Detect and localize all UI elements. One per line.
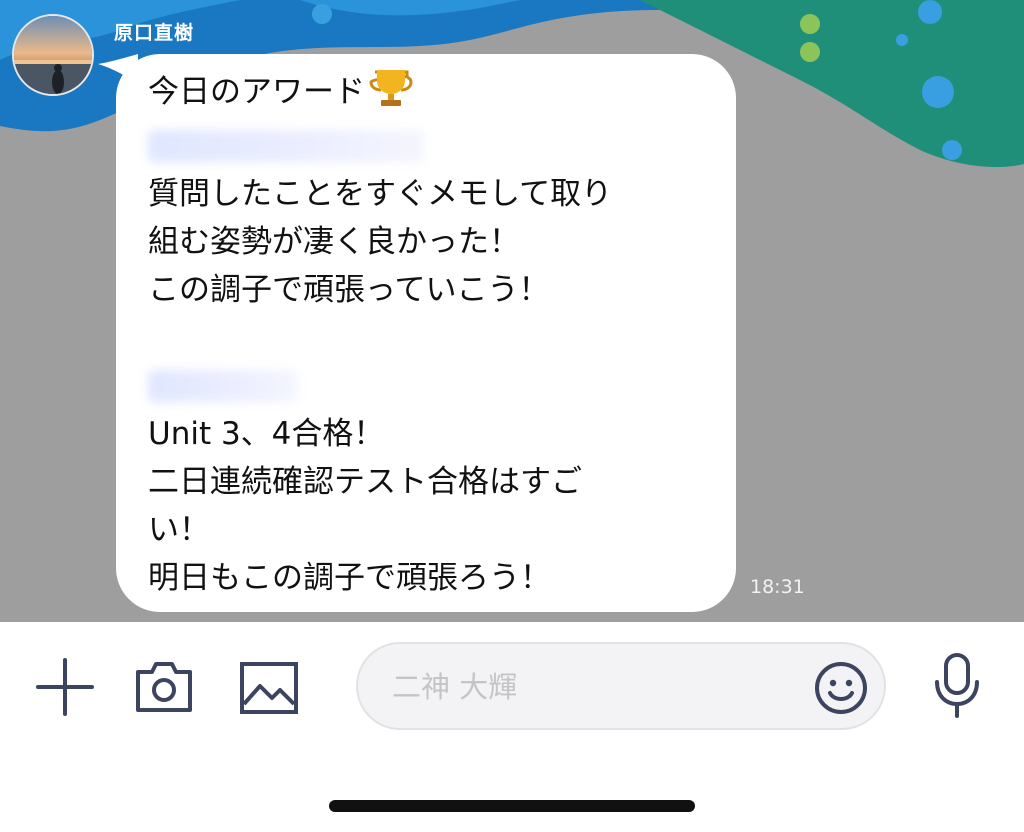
message-line-text: 今日のアワード [148,74,365,110]
message-line: Unit 3、4合格！ [148,416,385,452]
message-line: 組む姿勢が凄く良かった！ [148,224,520,260]
chat-area[interactable]: 原口直樹 今日のアワード 質問したことをすぐメモして取り 組む姿勢が凄く良かった… [0,0,1024,622]
message-line: 明日もこの調子で頑張ろう！ [148,560,551,596]
image-icon[interactable] [240,662,298,714]
sender-name: 原口直樹 [114,22,195,44]
message-line: い！ [148,512,210,548]
trophy-icon [369,68,413,122]
message-input-bar [0,622,1024,832]
home-indicator [329,800,695,812]
message-line: 質問したことをすぐメモして取り [148,176,613,212]
message-input[interactable] [390,644,814,730]
line-chat-screen: 原口直樹 今日のアワード 質問したことをすぐメモして取り 組む姿勢が凄く良かった… [0,0,1024,832]
plus-icon[interactable] [36,658,94,716]
sender-avatar[interactable] [12,14,94,96]
message-line: 二日連続確認テスト合格はすご [148,464,582,500]
message-bubble[interactable]: 今日のアワード 質問したことをすぐメモして取り 組む姿勢が凄く良かった！ この調… [116,54,736,612]
blurred-student-name [148,362,712,410]
blurred-student-name [148,122,712,170]
message-field[interactable] [356,642,886,730]
message-line: この調子で頑張っていこう！ [148,272,550,308]
microphone-icon[interactable] [932,652,982,718]
message-line: 今日のアワード [148,68,712,122]
smiley-icon[interactable] [814,661,868,715]
message-timestamp: 18:31 [750,576,805,598]
camera-icon[interactable] [134,658,194,714]
